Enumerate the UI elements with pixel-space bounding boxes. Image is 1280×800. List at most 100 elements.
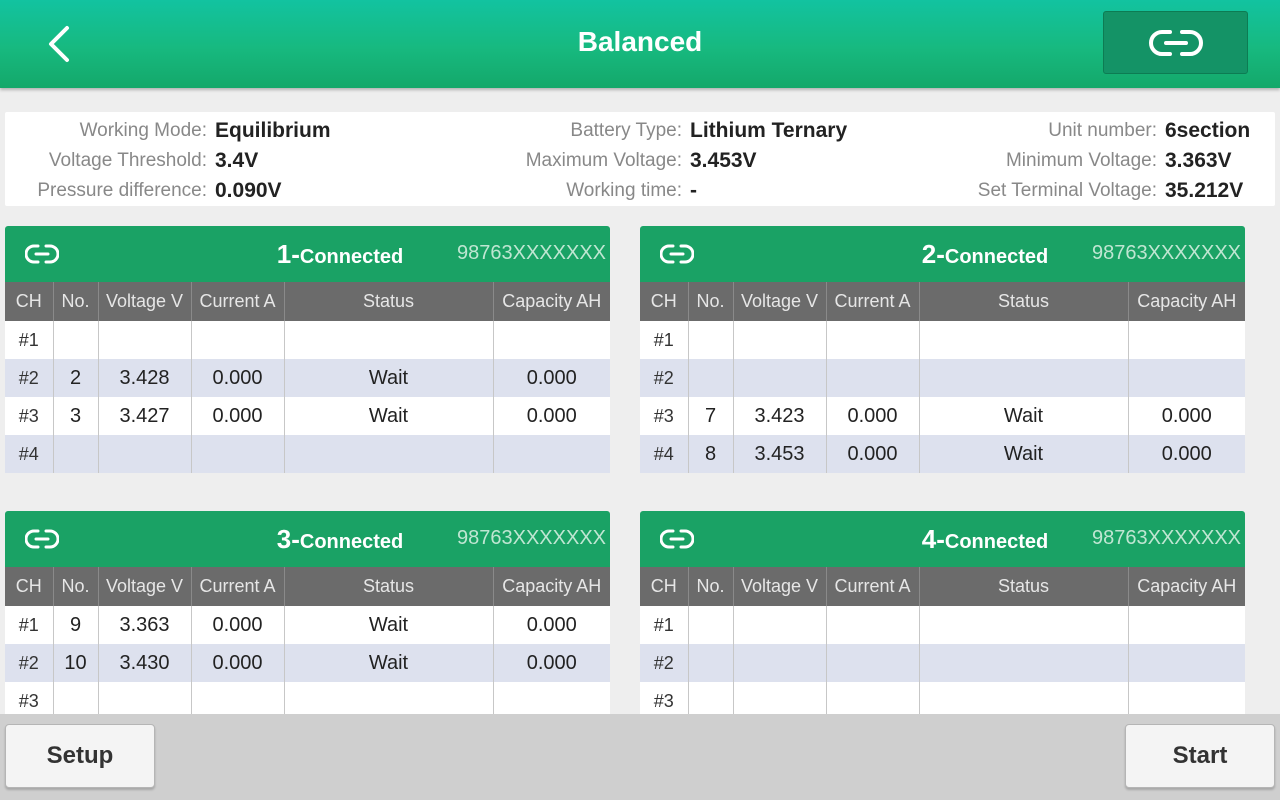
link-icon[interactable] (659, 527, 695, 551)
column-header: Capacity AH (1128, 567, 1245, 606)
channel-panel-1: 1-Connected 98763XXXXXXX CH No. Voltage V Cur… (5, 226, 610, 474)
no-cell: 9 (53, 606, 99, 644)
link-icon (1148, 29, 1203, 56)
table-row[interactable]: #2 (640, 644, 1245, 682)
link-icon[interactable] (659, 242, 695, 266)
panel-header: 4-Connected 98763XXXXXXX (640, 511, 1245, 567)
channel-panel-3: 3-Connected 98763XXXXXXX CH No. Voltage V Cur… (5, 511, 610, 714)
ch-cell: #3 (640, 397, 689, 435)
battery-type-row: Battery Type: Lithium Ternary (480, 116, 847, 146)
voltage-cell (733, 644, 827, 682)
voltage-cell (98, 321, 192, 359)
set-terminal-voltage-label: Set Terminal Voltage: (977, 180, 1157, 201)
info-panel: Working Mode: Equilibrium Voltage Thresh… (5, 112, 1275, 206)
set-terminal-voltage-row: Set Terminal Voltage: 35.212V (905, 176, 1250, 206)
ch-cell: #2 (640, 644, 689, 682)
connection-status: Connected (944, 246, 1049, 268)
table-row[interactable]: #1 9 3.363 0.000 Wait 0.000 (5, 606, 610, 644)
capacity-cell: 0.000 (493, 606, 610, 644)
column-header: CH (640, 567, 689, 606)
ch-cell: #3 (5, 397, 54, 435)
column-header: No. (688, 567, 734, 606)
column-header: No. (53, 567, 99, 606)
status-cell (284, 682, 494, 714)
channel-panel-4: 4-Connected 98763XXXXXXX CH No. Voltage V Cur… (640, 511, 1245, 714)
table-row[interactable]: #3 (5, 682, 610, 714)
current-cell: 0.000 (826, 435, 920, 473)
status-cell (919, 359, 1129, 397)
column-header: Status (284, 282, 494, 321)
current-cell: 0.000 (191, 359, 285, 397)
capacity-cell: 0.000 (493, 644, 610, 682)
voltage-threshold-label: Voltage Threshold: (48, 150, 207, 171)
voltage-cell: 3.428 (98, 359, 192, 397)
info-column-1: Working Mode: Equilibrium Voltage Thresh… (5, 116, 330, 206)
setup-button[interactable]: Setup (5, 724, 155, 788)
table-header-row: CH No. Voltage V Current A Status Capacity AH (640, 282, 1245, 321)
voltage-cell (733, 359, 827, 397)
ch-cell: #1 (640, 321, 689, 359)
column-header: CH (5, 282, 54, 321)
status-cell: Wait (284, 397, 494, 435)
column-header: Voltage V (98, 567, 192, 606)
channel-table: CH No. Voltage V Current A Status Capacity AH… (640, 282, 1245, 473)
panel-header: 2-Connected 98763XXXXXXX (640, 226, 1245, 282)
column-header: Voltage V (98, 282, 192, 321)
bottom-bar: Setup Start (0, 714, 1280, 800)
capacity-cell: 0.000 (493, 359, 610, 397)
table-row[interactable]: #3 3 3.427 0.000 Wait 0.000 (5, 397, 610, 435)
table-row[interactable]: #1 (640, 321, 1245, 359)
minimum-voltage-label: Minimum Voltage: (1005, 150, 1157, 171)
link-icon[interactable] (24, 242, 60, 266)
unit-number-value: 6section (1165, 119, 1251, 142)
current-cell: 0.000 (191, 644, 285, 682)
battery-type-label: Battery Type: (570, 120, 682, 141)
current-cell: 0.000 (191, 397, 285, 435)
no-cell: 3 (53, 397, 99, 435)
table-row[interactable]: #4 (5, 435, 610, 473)
table-row[interactable]: #2 2 3.428 0.000 Wait 0.000 (5, 359, 610, 397)
capacity-cell (493, 435, 610, 473)
channel-table: CH No. Voltage V Current A Status Capacity AH… (640, 567, 1245, 714)
unit-number-row: Unit number: 6section (905, 116, 1250, 146)
table-row[interactable]: #2 10 3.430 0.000 Wait 0.000 (5, 644, 610, 682)
channel-panel-2: 2-Connected 98763XXXXXXX CH No. Voltage V Cur… (640, 226, 1245, 474)
table-row[interactable]: #3 (640, 682, 1245, 714)
table-row[interactable]: #4 8 3.453 0.000 Wait 0.000 (640, 435, 1245, 473)
current-cell (826, 682, 920, 714)
table-row[interactable]: #3 7 3.423 0.000 Wait 0.000 (640, 397, 1245, 435)
ch-cell: #3 (5, 682, 54, 714)
device-serial: 98763XXXXXXX (457, 527, 606, 549)
column-header: Status (919, 567, 1129, 606)
info-column-2: Battery Type: Lithium Ternary Maximum Vo… (480, 116, 847, 206)
voltage-cell: 3.453 (733, 435, 827, 473)
voltage-cell: 3.430 (98, 644, 192, 682)
panel-number: 3- (276, 524, 300, 554)
table-row[interactable]: #1 (5, 321, 610, 359)
column-header: Capacity AH (493, 567, 610, 606)
no-cell (688, 359, 734, 397)
status-cell (284, 321, 494, 359)
no-cell (688, 644, 734, 682)
current-cell (826, 359, 920, 397)
minimum-voltage-row: Minimum Voltage: 3.363V (905, 146, 1250, 176)
link-icon[interactable] (24, 527, 60, 551)
status-cell: Wait (284, 359, 494, 397)
capacity-cell (1128, 359, 1245, 397)
capacity-cell: 0.000 (1128, 435, 1245, 473)
capacity-cell (493, 321, 610, 359)
voltage-cell: 3.363 (98, 606, 192, 644)
table-row[interactable]: #2 (640, 359, 1245, 397)
table-row[interactable]: #1 (640, 606, 1245, 644)
channel-table: CH No. Voltage V Current A Status Capacity AH… (5, 282, 610, 473)
current-cell (191, 321, 285, 359)
no-cell (688, 682, 734, 714)
maximum-voltage-value: 3.453V (690, 149, 757, 172)
connect-button[interactable] (1103, 11, 1248, 74)
working-time-row: Working time: - (480, 176, 847, 206)
start-button[interactable]: Start (1125, 724, 1275, 788)
column-header: Current A (191, 282, 285, 321)
voltage-cell (733, 321, 827, 359)
ch-cell: #1 (5, 606, 54, 644)
panel-title: 1-Connected (225, 239, 455, 270)
